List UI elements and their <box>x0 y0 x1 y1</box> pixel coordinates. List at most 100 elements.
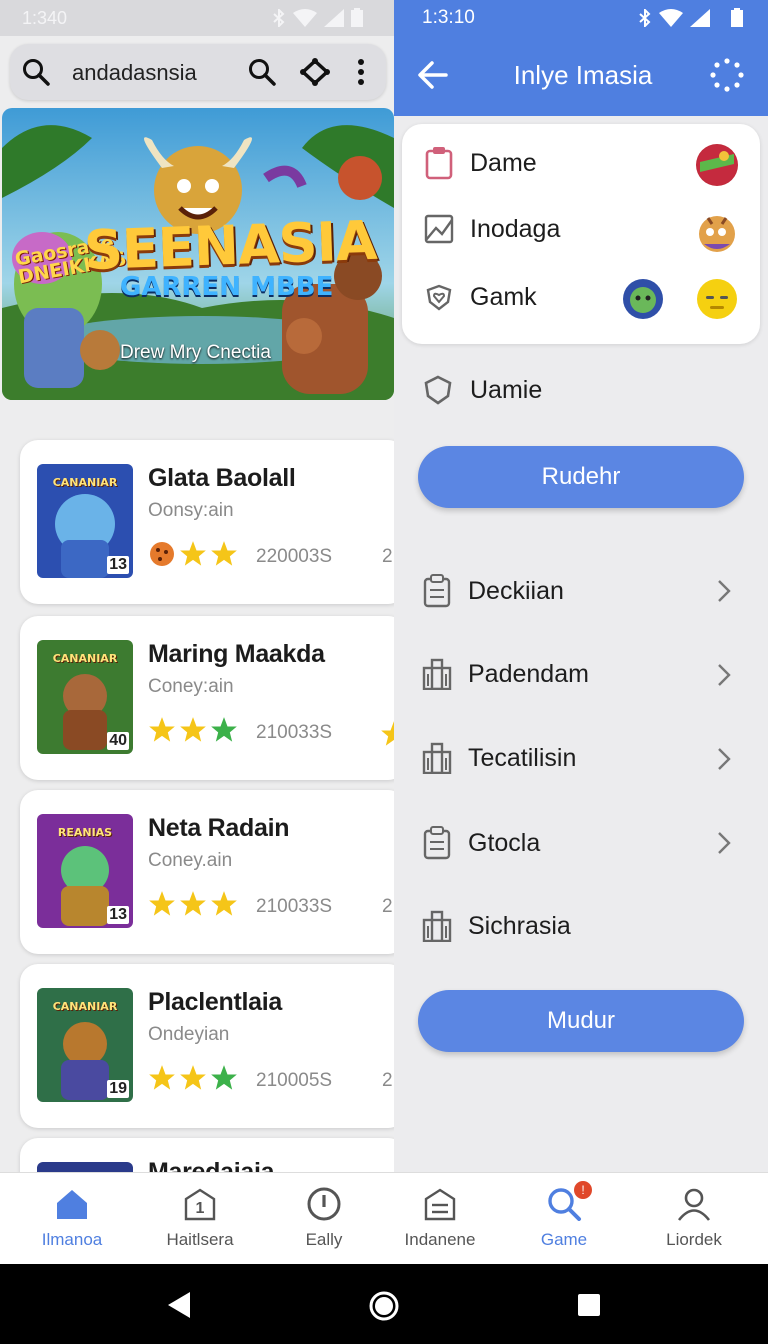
wifi-icon <box>293 9 317 27</box>
game-title: Maring Maakda <box>148 640 325 668</box>
search-icon[interactable] <box>22 58 50 86</box>
menu-item-dame[interactable]: Dame <box>424 146 537 180</box>
menu-item-label: Gamk <box>470 282 537 311</box>
nav-item-liordek[interactable]: Liordek <box>630 1187 758 1250</box>
diamond-icon[interactable] <box>300 58 330 86</box>
building-icon <box>422 658 452 690</box>
rudehr-button[interactable]: Rudehr <box>418 446 744 508</box>
home-icon <box>57 1190 87 1219</box>
star-icon <box>149 1065 175 1090</box>
battery-icon <box>351 8 363 27</box>
nav-label: Haitlsera <box>166 1230 234 1249</box>
game-developer: Coney.ain <box>148 850 233 871</box>
game-thumbnail: CANANIAR 13 <box>37 464 133 578</box>
status-time: 1:3:10 <box>422 7 475 28</box>
home-circle-icon[interactable] <box>368 1290 400 1322</box>
menu-item-label: Uamie <box>470 375 543 404</box>
app-bar: 1:3:10 Inlye Imasia <box>394 0 768 116</box>
emoji-avatar-icon <box>696 278 738 320</box>
status-time: 1:340 <box>22 8 68 28</box>
game-card[interactable]: CANANIAR 13 Glata Baolall Oonsy:ain 2200… <box>20 440 394 604</box>
menu-item-inodaga[interactable]: Inodaga <box>424 214 560 244</box>
mudur-button[interactable]: Mudur <box>418 990 744 1052</box>
star-icon <box>211 541 237 566</box>
cookie-icon <box>150 542 174 566</box>
clipboard-icon <box>423 574 451 608</box>
game-title: Maredaiaia <box>148 1158 275 1172</box>
star-icon <box>180 1065 206 1090</box>
nav-label: Ilmanoa <box>41 1230 103 1249</box>
nav-label: Indanene <box>404 1230 476 1249</box>
game-card[interactable]: CANANIAR 40 Maring Maakda Coney:ain 2100… <box>20 616 394 780</box>
game-title: Neta Radain <box>148 814 290 842</box>
game-card[interactable]: REANIAS 13 Neta Radain Coney.ain 210033S… <box>20 790 394 954</box>
search-input[interactable]: andadasnsia <box>72 60 197 86</box>
bluetooth-icon <box>639 9 651 27</box>
nav-item-haitlsera[interactable]: 1 Haitlsera <box>136 1187 264 1250</box>
featured-banner[interactable]: Gaosrake DNEIKKAS SEENASIA GARREN MBBE D… <box>2 108 394 400</box>
menu-item-gamk[interactable]: Gamk <box>424 282 537 312</box>
game-title: Glata Baolall <box>148 464 296 492</box>
nav-item-home[interactable]: Ilmanoa <box>8 1187 136 1250</box>
banner-subtitle: GARREN MBBE <box>120 272 334 302</box>
game-thumbnail: REANIAS 13 <box>37 814 133 928</box>
building-icon <box>422 910 452 942</box>
profile-icon <box>677 1188 711 1221</box>
game-thumbnail: CANANIAR 19 <box>37 988 133 1102</box>
list-item-label: Gtocla <box>468 828 541 857</box>
game-title: Placlentlaia <box>148 988 282 1016</box>
nav-item-indanene[interactable]: Indanene <box>376 1187 504 1250</box>
list-item-padendam[interactable]: Padendam <box>422 658 589 690</box>
green-star-icon <box>211 717 237 742</box>
more-vert-icon[interactable] <box>356 58 366 86</box>
list-item-label: Deckiian <box>468 576 564 605</box>
truncated-value: 2 <box>382 546 393 567</box>
age-badge: 13 <box>107 556 129 574</box>
star-icon <box>381 721 394 746</box>
list-item-tecatilisin[interactable]: Tecatilisin <box>422 742 576 774</box>
list-item-sichrasia[interactable]: Sichrasia <box>422 910 571 942</box>
status-icons <box>272 8 364 28</box>
star-icon <box>180 891 206 916</box>
loading-icon[interactable] <box>710 58 744 92</box>
signal-icon <box>324 9 344 27</box>
building-icon <box>422 742 452 774</box>
thumb-title: CANANIAR <box>52 652 118 665</box>
age-badge: 13 <box>107 906 129 924</box>
nav-item-game[interactable]: ! Game <box>500 1181 628 1250</box>
clipboard-icon <box>425 147 453 180</box>
list-item-label: Padendam <box>468 659 589 688</box>
search-bar[interactable]: andadasnsia <box>10 44 386 100</box>
info-shield-icon: 1 <box>184 1188 216 1221</box>
menu-item-label: Dame <box>470 148 537 177</box>
heart-shield-icon <box>426 284 452 311</box>
list-item-gtocla[interactable]: Gtocla <box>422 826 540 860</box>
nav-item-eally[interactable]: Eally <box>260 1187 388 1250</box>
system-navigation-bar <box>0 1264 768 1344</box>
search-icon[interactable] <box>248 58 276 86</box>
list-item-label: Sichrasia <box>468 911 571 940</box>
back-triangle-icon[interactable] <box>166 1290 192 1320</box>
wifi-icon <box>659 9 683 27</box>
thumb-title: REANIAS <box>57 826 113 839</box>
status-bar-left: 1:340 <box>0 0 394 36</box>
age-badge: 19 <box>107 1080 129 1098</box>
chevron-right-icon <box>718 664 731 686</box>
menu-item-uamie[interactable]: Uamie <box>422 374 542 406</box>
recents-square-icon[interactable] <box>576 1292 602 1318</box>
status-bar-right: 1:3:10 <box>394 0 768 36</box>
game-card[interactable]: Maredaiaia <box>20 1138 394 1172</box>
chevron-right-icon <box>718 832 731 854</box>
list-item-deckiian[interactable]: Deckiian <box>422 574 564 608</box>
banner-caption: Drew Mry Cnectia <box>120 342 271 363</box>
bottom-navigation: Ilmanoa 1 Haitlsera Eally Indanene ! Gam… <box>0 1172 768 1264</box>
menu-card: Dame Inodaga Gamk <box>402 124 760 344</box>
rating-stars <box>148 716 238 744</box>
shield-icon <box>424 375 452 405</box>
rating-stars <box>148 1064 238 1092</box>
game-card[interactable]: CANANIAR 19 Placlentlaia Ondeyian 210005… <box>20 964 394 1128</box>
bluetooth-icon <box>273 9 285 27</box>
age-badge: 40 <box>107 732 129 750</box>
thumb-title: CANANIAR <box>52 476 118 489</box>
character-avatar-icon <box>696 212 738 254</box>
